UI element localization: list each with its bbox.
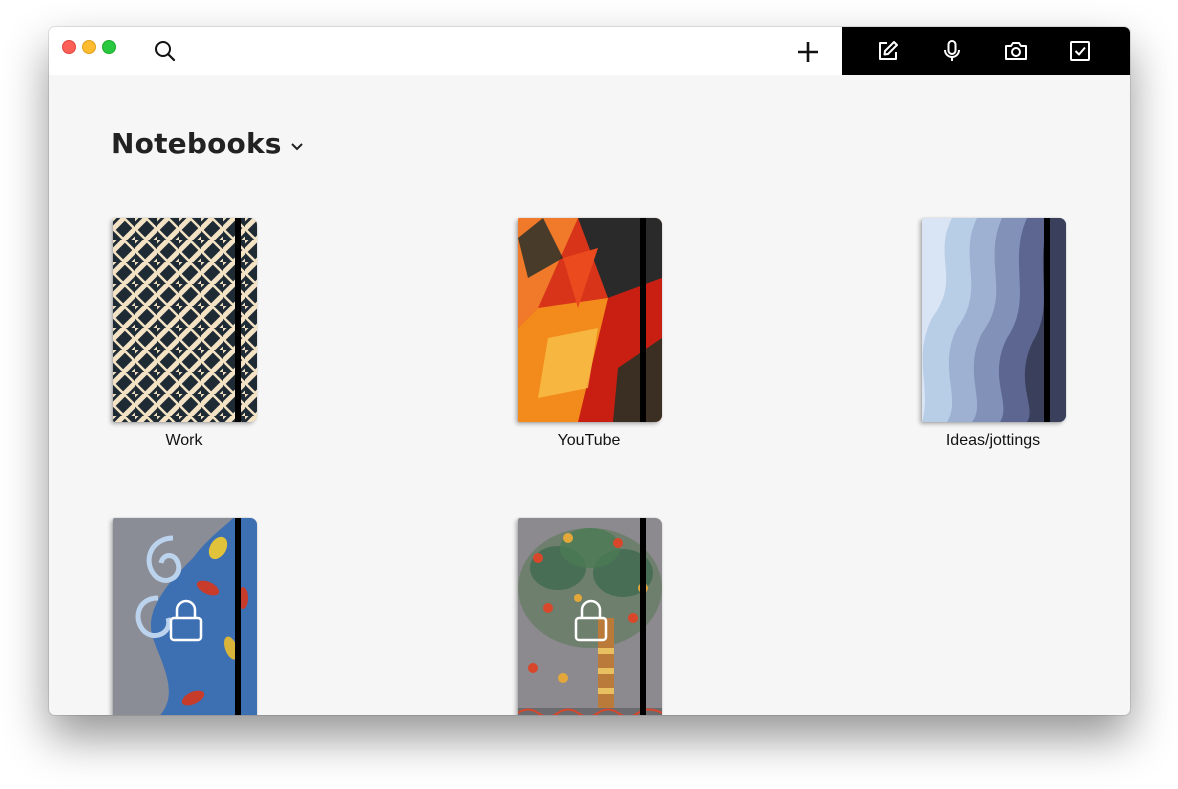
checklist-note-button[interactable] <box>1065 36 1095 66</box>
lock-icon <box>574 599 608 642</box>
lock-icon <box>169 599 203 642</box>
notebook-cover <box>113 518 257 715</box>
checkbox-icon <box>1070 41 1090 61</box>
notebook-title: Work <box>165 432 203 449</box>
notebook-cover <box>113 218 257 422</box>
add-button[interactable] <box>793 37 823 67</box>
notebooks-view: Notebooks Work YouTube Ideas/jottings <box>49 75 1130 715</box>
elastic-band <box>235 218 241 422</box>
close-window-button[interactable] <box>62 40 76 54</box>
search-button[interactable] <box>151 37 179 65</box>
elastic-band <box>640 518 646 715</box>
toolbar <box>49 27 1130 75</box>
zoom-window-button[interactable] <box>102 40 116 54</box>
elastic-band <box>235 518 241 715</box>
audio-note-button[interactable] <box>937 36 967 66</box>
elastic-band <box>1044 218 1050 422</box>
notebook-cover <box>922 218 1066 422</box>
new-note-button[interactable] <box>873 36 903 66</box>
search-icon <box>155 41 176 62</box>
quick-action-bar <box>842 27 1130 75</box>
photo-note-button[interactable] <box>1001 36 1031 66</box>
compose-icon <box>879 41 898 60</box>
notebook-title: YouTube <box>557 432 621 449</box>
notebook-title: Ideas/jottings <box>945 432 1041 449</box>
minimize-window-button[interactable] <box>82 40 96 54</box>
notebook-cover <box>518 518 662 715</box>
plus-icon <box>798 42 818 62</box>
chevron-down-icon[interactable] <box>289 141 305 153</box>
camera-icon <box>1005 42 1027 60</box>
app-window: Notebooks Work YouTube Ideas/jottings <box>49 27 1130 715</box>
page-title: Notebooks <box>111 127 282 160</box>
microphone-icon <box>944 40 960 61</box>
elastic-band <box>640 218 646 422</box>
notebook-cover <box>518 218 662 422</box>
